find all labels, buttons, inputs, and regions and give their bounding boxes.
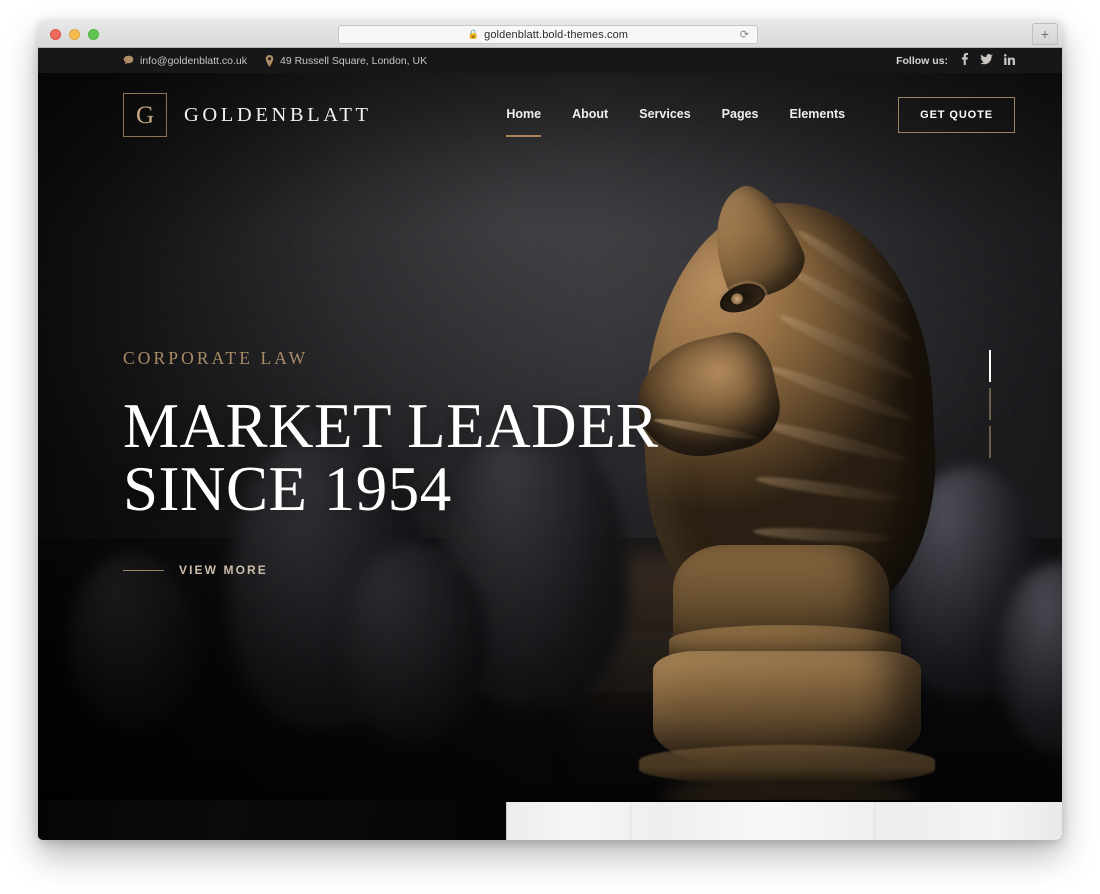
slider-dot-1[interactable]	[989, 350, 991, 382]
chat-bubble-icon	[123, 55, 134, 66]
utility-topbar: info@goldenblatt.co.uk 49 Russell Square…	[38, 48, 1062, 73]
new-tab-button[interactable]: +	[1032, 23, 1058, 45]
address-bar[interactable]: 🔒 goldenblatt.bold-themes.com ⟳	[338, 25, 758, 44]
page-viewport: info@goldenblatt.co.uk 49 Russell Square…	[38, 48, 1062, 840]
browser-window: 🔒 goldenblatt.bold-themes.com ⟳ + info@g…	[38, 20, 1062, 840]
hero-title-line-2: SINCE 1954	[123, 454, 452, 524]
slider-pagination	[989, 350, 991, 458]
logo[interactable]: G GOLDENBLATT	[123, 93, 372, 137]
social-icon-list	[960, 53, 1015, 68]
hero-content: CORPORATE LAW MARKET LEADER SINCE 1954 V…	[123, 348, 659, 577]
facebook-icon[interactable]	[960, 53, 969, 68]
nav-item-home[interactable]: Home	[506, 107, 541, 137]
maximize-window-button[interactable]	[88, 29, 99, 40]
nav-item-services[interactable]: Services	[639, 107, 690, 124]
hero-title: MARKET LEADER SINCE 1954	[123, 395, 659, 521]
logo-monogram: G	[123, 93, 167, 137]
window-traffic-lights	[50, 29, 99, 40]
close-window-button[interactable]	[50, 29, 61, 40]
site-header: G GOLDENBLATT Home About Services Pages …	[38, 73, 1062, 157]
email-contact[interactable]: info@goldenblatt.co.uk	[123, 55, 247, 67]
hero-slider: G GOLDENBLATT Home About Services Pages …	[38, 73, 1062, 800]
slider-dot-3[interactable]	[989, 426, 991, 458]
below-hero-dark-panel	[38, 800, 506, 840]
linkedin-icon[interactable]	[1004, 53, 1015, 68]
plus-icon: +	[1040, 26, 1050, 42]
reload-icon[interactable]: ⟳	[740, 28, 749, 41]
lock-icon: 🔒	[467, 29, 480, 39]
follow-us-label: Follow us:	[896, 54, 948, 67]
email-text: info@goldenblatt.co.uk	[140, 54, 247, 67]
topbar-social-group: Follow us:	[896, 53, 1015, 68]
below-hero-light-panel	[506, 802, 1062, 840]
hero-title-line-1: MARKET LEADER	[123, 391, 659, 461]
get-quote-button[interactable]: GET QUOTE	[898, 97, 1015, 133]
view-more-label: VIEW MORE	[179, 563, 268, 577]
nav-item-about[interactable]: About	[572, 107, 608, 124]
slider-dot-2[interactable]	[989, 388, 991, 420]
map-pin-icon	[265, 54, 274, 67]
browser-titlebar: 🔒 goldenblatt.bold-themes.com ⟳ +	[38, 20, 1062, 48]
view-more-link[interactable]: VIEW MORE	[123, 563, 659, 577]
below-hero-section	[38, 800, 1062, 840]
address-text: 49 Russell Square, London, UK	[279, 54, 428, 67]
hero-eyebrow: CORPORATE LAW	[123, 348, 309, 368]
address-contact[interactable]: 49 Russell Square, London, UK	[265, 54, 428, 67]
nav-item-pages[interactable]: Pages	[722, 107, 759, 124]
main-navigation: Home About Services Pages Elements GET Q…	[506, 97, 1015, 137]
minimize-window-button[interactable]	[69, 29, 80, 40]
twitter-icon[interactable]	[980, 53, 993, 68]
topbar-contact-group: info@goldenblatt.co.uk 49 Russell Square…	[123, 54, 428, 67]
logo-wordmark: GOLDENBLATT	[184, 103, 372, 126]
dash-icon	[123, 569, 164, 571]
url-text: goldenblatt.bold-themes.com	[484, 28, 629, 41]
nav-item-elements[interactable]: Elements	[790, 107, 846, 124]
